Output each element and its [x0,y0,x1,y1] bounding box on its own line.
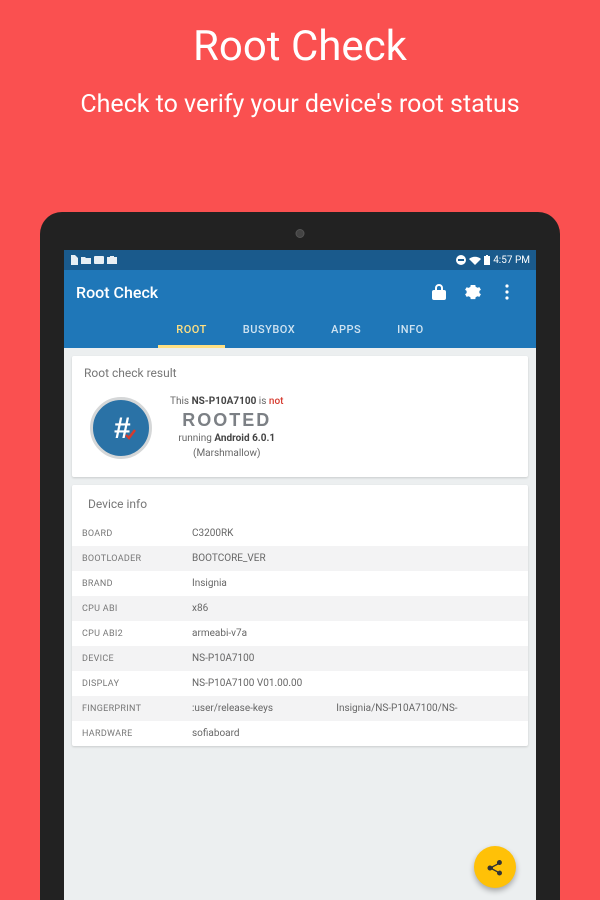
info-value: NS-P10A7100 V01.00.00 [182,671,528,696]
info-key: BOOTLOADER [72,546,182,571]
table-row: FINGERPRINT:user/release-keysInsignia/NS… [72,696,528,721]
info-value-extra: Insignia/NS-P10A7100/NS- [326,696,528,721]
promo-subtitle: Check to verify your device's root statu… [0,89,600,120]
statusbar-left-icons [70,255,117,265]
info-key: FINGERPRINT [72,696,182,721]
info-key: BOARD [72,521,182,546]
lock-button[interactable] [422,284,456,300]
info-value: sofiaboard [182,721,528,746]
promo-hero: Root Check Check to verify your device's… [0,0,600,120]
table-row: BOARDC3200RK [72,521,528,546]
device-frame: 4:57 PM Root Check ROOTBUSYBOXAPPSINFO R… [40,212,560,900]
info-key: DISPLAY [72,671,182,696]
settings-button[interactable] [456,284,490,300]
overflow-button[interactable] [490,284,524,300]
root-badge: # [90,397,152,459]
share-icon [486,858,504,876]
gear-icon [465,284,481,300]
app-bar: Root Check [64,270,536,314]
device-info-title: Device info [72,491,528,521]
table-row: DEVICENS-P10A7100 [72,646,528,671]
svg-text:#: # [114,412,131,445]
share-fab[interactable] [474,846,516,888]
screen: 4:57 PM Root Check ROOTBUSYBOXAPPSINFO R… [64,250,536,900]
table-row: BOOTLOADERBOOTCORE_VER [72,546,528,571]
info-value: armeabi-v7a [182,621,528,646]
rooted-label: ROOTED [170,411,283,429]
folder-icon [81,256,91,264]
table-row: BRANDInsignia [72,571,528,596]
card-icon [94,256,104,264]
android-statusbar: 4:57 PM [64,250,536,270]
root-result-title: Root check result [72,366,528,390]
lock-icon [432,284,446,300]
device-info-card: Device info BOARDC3200RKBOOTLOADERBOOTCO… [72,485,528,746]
wifi-icon [469,256,481,265]
info-key: HARDWARE [72,721,182,746]
info-value: BOOTCORE_VER [182,546,528,571]
table-row: HARDWAREsofiaboard [72,721,528,746]
more-vert-icon [505,284,509,300]
device-info-table: BOARDC3200RKBOOTLOADERBOOTCORE_VERBRANDI… [72,521,528,746]
info-value: :user/release-keys [182,696,326,721]
tab-bar: ROOTBUSYBOXAPPSINFO [64,314,536,348]
hash-icon: # [104,411,138,445]
camera-dot [296,229,305,238]
tab-root[interactable]: ROOT [158,314,225,348]
statusbar-right-icons: 4:57 PM [456,255,530,266]
info-key: CPU ABI2 [72,621,182,646]
promo-title: Root Check [0,22,600,71]
table-row: DISPLAYNS-P10A7100 V01.00.00 [72,671,528,696]
battery-icon [484,255,490,265]
tab-info[interactable]: INFO [379,314,442,348]
app-title: Root Check [76,283,158,302]
info-value: Insignia [182,571,528,596]
table-row: CPU ABI2armeabi-v7a [72,621,528,646]
root-result-text: This NS-P10A7100 is not ROOTED running A… [170,394,283,461]
info-key: DEVICE [72,646,182,671]
info-value: C3200RK [182,521,528,546]
statusbar-time: 4:57 PM [493,255,530,266]
sim-icon [70,255,78,265]
info-value: NS-P10A7100 [182,646,528,671]
briefcase-icon [107,256,117,264]
dnd-icon [456,255,466,265]
content: Root check result # This NS-P10A7100 is [64,348,536,762]
root-result-card: Root check result # This NS-P10A7100 is [72,356,528,477]
info-key: BRAND [72,571,182,596]
info-key: CPU ABI [72,596,182,621]
tab-busybox[interactable]: BUSYBOX [225,314,313,348]
table-row: CPU ABIx86 [72,596,528,621]
info-value: x86 [182,596,528,621]
tab-apps[interactable]: APPS [313,314,379,348]
